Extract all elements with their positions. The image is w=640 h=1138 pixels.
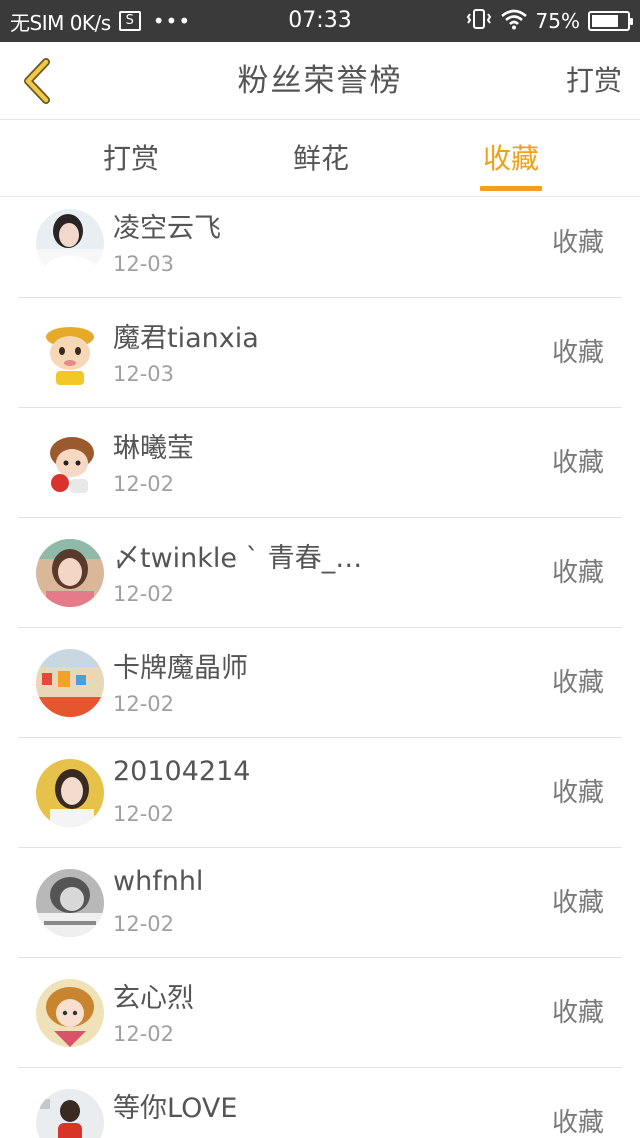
list-item[interactable]: 〆twinkle ˋ 青春_… 12-02 收藏 [18, 518, 622, 628]
page-title: 粉丝荣誉榜 [237, 63, 403, 99]
fan-name: 等你LOVE [113, 1093, 238, 1124]
tab-favorites[interactable]: 收藏 [480, 120, 542, 197]
girl-photo-avatar [36, 209, 104, 277]
battery-percent: 75% [535, 9, 580, 33]
list-item[interactable]: 卡牌魔晶师 12-02 收藏 [18, 628, 622, 738]
list-item[interactable]: 琳曦莹 12-02 收藏 [18, 408, 622, 518]
fan-action-label: 收藏 [551, 338, 604, 368]
fan-date: 12-02 [113, 472, 175, 496]
fan-action-label: 收藏 [551, 668, 604, 698]
fan-action-label: 收藏 [551, 448, 604, 478]
fan-action-label: 收藏 [551, 778, 604, 808]
fan-date: 12-02 [113, 692, 175, 716]
fan-date: 12-02 [113, 582, 175, 606]
anime-girl-avatar [36, 979, 104, 1047]
fan-date: 12-03 [113, 252, 175, 276]
fan-name: 卡牌魔晶师 [113, 653, 248, 684]
fan-name: 凌空云飞 [113, 213, 221, 244]
vibrate-icon [466, 8, 492, 35]
fan-date: 12-02 [113, 1022, 175, 1046]
tab-label: 打赏 [102, 142, 159, 175]
fan-action-label: 收藏 [551, 558, 604, 588]
tab-bar: 打赏 鲜花 收藏 [0, 120, 640, 197]
fan-action-label: 收藏 [551, 998, 604, 1028]
wifi-icon [500, 8, 528, 35]
fan-name: 20104214 [113, 756, 251, 787]
reward-button[interactable]: 打赏 [566, 42, 622, 120]
monkey-king-cartoon-avatar [36, 319, 104, 387]
grayscale-photo-avatar [36, 869, 104, 937]
tab-flowers[interactable]: 鲜花 [290, 120, 352, 197]
list-item[interactable]: 玄心烈 12-02 收藏 [18, 958, 622, 1068]
status-bar-right: 75% [466, 0, 633, 42]
fan-name: 玄心烈 [113, 983, 194, 1014]
app-header: 粉丝荣誉榜 打赏 [0, 42, 640, 120]
fan-action-label: 收藏 [551, 888, 604, 918]
fan-date: 12-02 [113, 912, 175, 936]
street-scene-avatar [36, 649, 104, 717]
fan-name: 〆twinkle ˋ 青春_… [113, 543, 363, 574]
tab-reward[interactable]: 打赏 [100, 120, 162, 197]
fan-action-label: 收藏 [551, 228, 604, 258]
fan-date: 12-02 [113, 802, 175, 826]
girl-portrait-avatar [36, 759, 104, 827]
tab-label: 鲜花 [292, 142, 349, 175]
list-item[interactable]: whfnhl 12-02 收藏 [18, 848, 622, 958]
list-item[interactable]: 凌空云飞 12-03 收藏 [18, 188, 622, 298]
fan-name: 琳曦莹 [113, 433, 194, 464]
girl-selfie-avatar [36, 539, 104, 607]
fan-list: 凌空云飞 12-03 收藏 魔君tianxia 12-03 收藏 琳曦莹 12-… [18, 188, 622, 1138]
cartoon-boy-avatar [36, 429, 104, 497]
list-item[interactable]: 魔君tianxia 12-03 收藏 [18, 298, 622, 408]
list-item[interactable]: 20104214 12-02 收藏 [18, 738, 622, 848]
fan-name: 魔君tianxia [113, 323, 259, 354]
fan-date: 12-03 [113, 362, 175, 386]
list-item[interactable]: 等你LOVE 收藏 [18, 1068, 622, 1138]
fan-name: whfnhl [113, 866, 204, 897]
battery-fill [592, 15, 618, 27]
status-bar: 无SIM 0K/s S ••• 07:33 75% [0, 0, 640, 42]
red-figure-avatar [36, 1089, 104, 1138]
fan-action-label: 收藏 [551, 1108, 604, 1138]
tab-label: 收藏 [482, 142, 539, 175]
battery-icon [588, 11, 633, 31]
